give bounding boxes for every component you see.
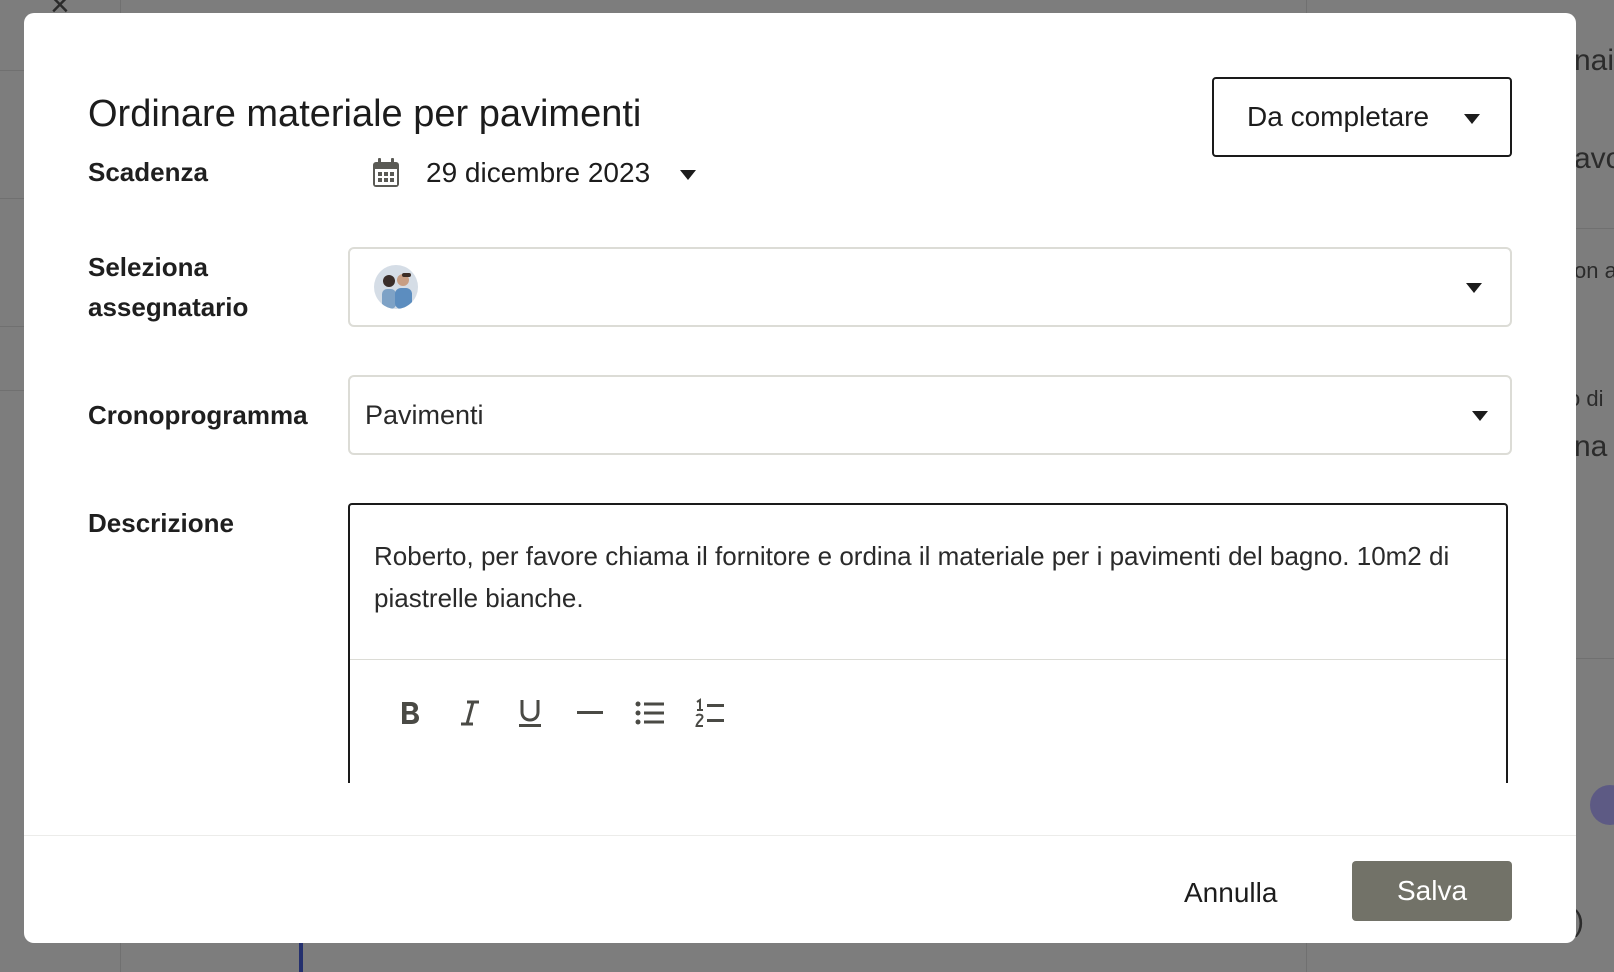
schedule-value: Pavimenti: [365, 400, 484, 430]
bold-button[interactable]: [394, 697, 426, 729]
deadline-label: Scadenza: [88, 157, 208, 187]
avatar: [374, 265, 418, 309]
numbered-list-icon: [695, 698, 724, 727]
horizontal-rule-button[interactable]: [574, 697, 606, 729]
background-divider: [0, 70, 24, 71]
background-avatar: [1590, 785, 1614, 825]
description-text[interactable]: Roberto, per favore chiama il fornitore …: [374, 535, 1464, 619]
save-button[interactable]: Salva: [1352, 861, 1512, 921]
bullet-list-button[interactable]: [634, 697, 666, 729]
chevron-down-icon: [1466, 283, 1482, 293]
background-divider: [0, 326, 24, 327]
bullet-list-icon: [635, 701, 664, 725]
bold-icon: [402, 702, 419, 724]
assignee-label: Seleziona assegnatario: [88, 252, 249, 322]
dialog-title: Ordinare materiale per pavimenti: [88, 93, 642, 135]
italic-button[interactable]: [454, 697, 486, 729]
schedule-select[interactable]: Pavimenti: [348, 375, 1512, 455]
task-dialog: Ordinare materiale per pavimenti Da comp…: [24, 13, 1576, 943]
underline-icon: [519, 700, 541, 727]
italic-icon: [461, 700, 479, 726]
background-divider: [0, 198, 24, 199]
deadline-picker[interactable]: 29 dicembre 2023: [372, 153, 697, 193]
editor-divider: [350, 659, 1506, 660]
editor-toolbar: [394, 693, 726, 733]
chevron-down-icon: [680, 170, 697, 180]
footer-divider: [24, 835, 1576, 836]
background-text: avo: [1574, 142, 1614, 175]
deadline-value: 29 dicembre 2023: [426, 157, 651, 188]
description-editor[interactable]: Roberto, per favore chiama il fornitore …: [348, 503, 1508, 783]
background-text: on a: [1574, 258, 1614, 283]
background-divider: [0, 390, 24, 391]
chevron-down-icon: [1472, 411, 1488, 421]
status-value: Da completare: [1247, 101, 1430, 132]
underline-button[interactable]: [514, 697, 546, 729]
numbered-list-button[interactable]: [694, 697, 726, 729]
background-divider: [1576, 228, 1614, 229]
horizontal-rule-icon: [577, 711, 603, 714]
assignee-select[interactable]: [348, 247, 1512, 327]
background-text: naio: [1574, 44, 1614, 77]
chevron-down-icon: [1464, 114, 1480, 124]
status-select[interactable]: Da completare: [1212, 77, 1512, 157]
background-text: na: [1574, 430, 1608, 463]
background-marker: [299, 938, 303, 972]
schedule-label: Cronoprogramma: [88, 400, 308, 430]
background-divider: [1576, 658, 1614, 659]
calendar-icon: [373, 158, 399, 187]
cancel-button[interactable]: Annulla: [1184, 871, 1277, 915]
description-label: Descrizione: [88, 508, 234, 538]
